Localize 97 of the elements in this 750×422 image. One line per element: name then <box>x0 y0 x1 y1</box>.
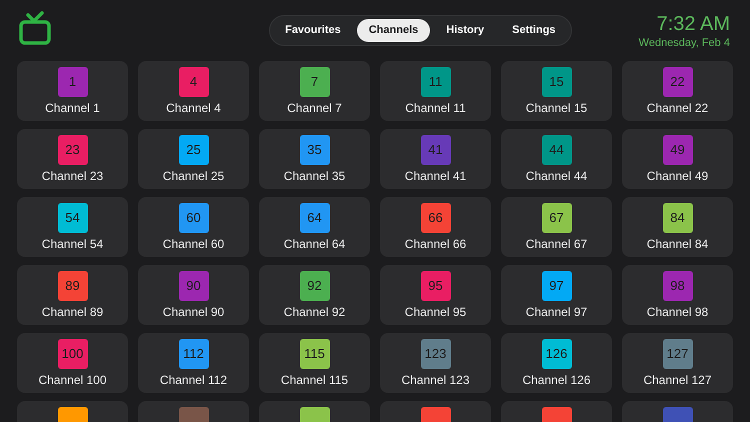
channel-number: 7 <box>300 67 330 97</box>
channel-number: 66 <box>420 203 450 233</box>
channel-card[interactable]: 90 Channel 90 <box>138 265 249 325</box>
channel-card[interactable]: 25 Channel 25 <box>138 129 249 189</box>
channel-name: Channel 84 <box>646 236 708 252</box>
channel-number: 95 <box>420 271 450 301</box>
channel-name: Channel 23 <box>42 168 104 184</box>
channel-name: Channel 127 <box>643 372 712 388</box>
channel-name: Channel 41 <box>404 168 466 184</box>
channel-number: 60 <box>178 203 208 233</box>
channel-name: Channel 123 <box>401 372 470 388</box>
clock-time: 7:32 AM <box>656 12 730 36</box>
clock-date: Wednesday, Feb 4 <box>638 36 730 50</box>
channel-number: 112 <box>178 339 208 369</box>
channel-number: 89 <box>58 271 88 301</box>
channel-name: Channel 60 <box>162 236 224 252</box>
channel-number: 23 <box>58 135 88 165</box>
channel-name: Channel 64 <box>284 236 346 252</box>
channel-name: Channel 89 <box>42 304 104 320</box>
channel-number: 100 <box>58 339 88 369</box>
channel-card[interactable]: 123 Channel 123 <box>380 333 491 393</box>
channel-number: 84 <box>662 203 692 233</box>
channel-card[interactable]: 41 Channel 41 <box>380 129 491 189</box>
channel-name: Channel 97 <box>526 304 588 320</box>
channel-card[interactable]: 35 Channel 35 <box>259 129 370 189</box>
channel-name: Channel 1 <box>45 100 100 116</box>
channel-number: 123 <box>420 339 450 369</box>
channel-number: 49 <box>662 135 692 165</box>
channel-card[interactable]: 97 Channel 97 <box>501 265 612 325</box>
channel-card[interactable]: 100 Channel 100 <box>17 333 128 393</box>
channel-card[interactable]: 22 Channel 22 <box>622 61 733 121</box>
channel-card[interactable]: 60 Channel 60 <box>138 197 249 257</box>
channel-card[interactable]: 54 Channel 54 <box>17 197 128 257</box>
channel-card[interactable]: 1 Channel 1 <box>17 61 128 121</box>
channel-card[interactable]: 11 Channel 11 <box>380 61 491 121</box>
channel-card[interactable]: 92 Channel 92 <box>259 265 370 325</box>
channel-number: 44 <box>542 135 572 165</box>
channel-card[interactable]: 66 Channel 66 <box>380 197 491 257</box>
channel-name: Channel 22 <box>646 100 708 116</box>
channel-number: 64 <box>300 203 330 233</box>
tab[interactable]: History <box>434 19 496 42</box>
tab[interactable]: Settings <box>500 19 568 42</box>
channel-number: 126 <box>542 339 572 369</box>
channel-card[interactable]: 95 Channel 95 <box>380 265 491 325</box>
channel-number: 67 <box>542 203 572 233</box>
channel-name: Channel 67 <box>526 236 588 252</box>
channel-name: Channel 95 <box>404 304 466 320</box>
channel-name: Channel 54 <box>42 236 104 252</box>
channel-card[interactable]: 64 Channel 64 <box>259 197 370 257</box>
channel-name: Channel 115 <box>280 372 348 388</box>
channel-name: Channel 25 <box>162 168 224 184</box>
channel-card[interactable]: 67 Channel 67 <box>501 197 612 257</box>
channel-name: Channel 112 <box>160 372 228 388</box>
channel-card[interactable]: 98 Channel 98 <box>622 265 733 325</box>
channel-number: 127 <box>662 339 692 369</box>
channel-name: Channel 15 <box>526 100 588 116</box>
channel-card[interactable]: 15 Channel 15 <box>501 61 612 121</box>
channel-number: 97 <box>542 271 572 301</box>
channel-name: Channel 11 <box>405 100 466 116</box>
channel-card[interactable]: 126 Channel 126 <box>501 333 612 393</box>
channel-number: 54 <box>58 203 88 233</box>
channel-name: Channel 35 <box>284 168 346 184</box>
channel-name: Channel 92 <box>284 304 346 320</box>
channel-card[interactable]: 44 Channel 44 <box>501 129 612 189</box>
channel-card[interactable]: 7 Channel 7 <box>259 61 370 121</box>
channel-card[interactable]: 23 Channel 23 <box>17 129 128 189</box>
tab[interactable]: Favourites <box>273 19 353 42</box>
channel-card[interactable]: 89 Channel 89 <box>17 265 128 325</box>
channel-name: Channel 126 <box>522 372 591 388</box>
channel-card[interactable]: 115 Channel 115 <box>259 333 370 393</box>
channel-number: 92 <box>300 271 330 301</box>
channel-name: Channel 98 <box>646 304 708 320</box>
channel-card[interactable]: 49 Channel 49 <box>622 129 733 189</box>
channel-number: 41 <box>420 135 450 165</box>
channel-number: 1 <box>58 67 88 97</box>
channel-number: 90 <box>178 271 208 301</box>
channel-name: Channel 7 <box>287 100 342 116</box>
channel-card[interactable]: 127 Channel 127 <box>622 333 733 393</box>
channel-name: Channel 4 <box>166 100 221 116</box>
channel-name: Channel 66 <box>404 236 466 252</box>
channel-number: 115 <box>300 339 330 369</box>
channel-number: 22 <box>662 67 692 97</box>
channel-number: 11 <box>420 67 450 97</box>
channel-card[interactable]: 4 Channel 4 <box>138 61 249 121</box>
channel-number: 25 <box>178 135 208 165</box>
channel-number: 98 <box>662 271 692 301</box>
channel-number: 35 <box>300 135 330 165</box>
channel-number: 4 <box>178 67 208 97</box>
channel-card[interactable]: 112 Channel 112 <box>138 333 249 393</box>
channel-name: Channel 100 <box>38 372 107 388</box>
channel-name: Channel 90 <box>162 304 224 320</box>
tv-icon <box>18 10 52 44</box>
channel-name: Channel 49 <box>646 168 708 184</box>
channel-number: 15 <box>542 67 572 97</box>
tab[interactable]: Channels <box>356 19 430 42</box>
channel-card[interactable]: 84 Channel 84 <box>622 197 733 257</box>
channel-name: Channel 44 <box>526 168 588 184</box>
